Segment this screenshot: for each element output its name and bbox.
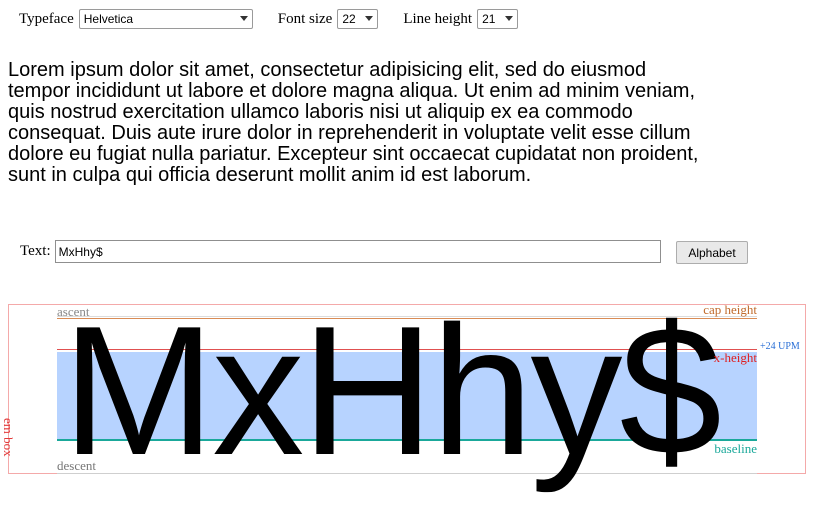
font-controls: Typeface Helvetica Font size 22 Line hei… xyxy=(19,8,519,30)
text-row: Text: MxHhy$ xyxy=(20,240,661,263)
typeface-select-value: Helvetica xyxy=(83,12,134,26)
line-height-label: Line height xyxy=(403,10,473,27)
font-size-label: Font size xyxy=(277,10,333,27)
glyph-sample: MxHhy$ xyxy=(62,287,722,493)
ascent-label: ascent xyxy=(57,304,90,319)
chevron-down-icon xyxy=(365,16,374,21)
alphabet-button[interactable]: Alphabet xyxy=(676,241,748,264)
cap-height-label: cap height xyxy=(703,302,757,317)
text-label: Text: xyxy=(20,243,51,259)
typeface-label: Typeface xyxy=(19,10,74,27)
x-height-label: x-height xyxy=(713,350,757,365)
chevron-down-icon xyxy=(239,16,248,21)
text-input[interactable]: MxHhy$ xyxy=(54,240,661,263)
typeface-select[interactable]: Helvetica xyxy=(78,9,253,29)
baseline-label: baseline xyxy=(714,441,757,456)
line-height-select-value: 21 xyxy=(482,12,496,26)
font-size-select-value: 22 xyxy=(342,12,356,26)
metrics-panel: em box MxHhy$ ascent cap height +24 UPM … xyxy=(0,298,833,482)
font-size-select[interactable]: 22 xyxy=(337,9,379,29)
descent-label: descent xyxy=(57,458,96,473)
sample-paragraph: Lorem ipsum dolor sit amet, consectetur … xyxy=(8,59,699,186)
em-box-label: em box xyxy=(1,418,16,457)
line-height-select[interactable]: 21 xyxy=(477,9,519,29)
upm-delta-label: +24 UPM xyxy=(760,341,800,352)
chevron-down-icon xyxy=(505,16,514,21)
